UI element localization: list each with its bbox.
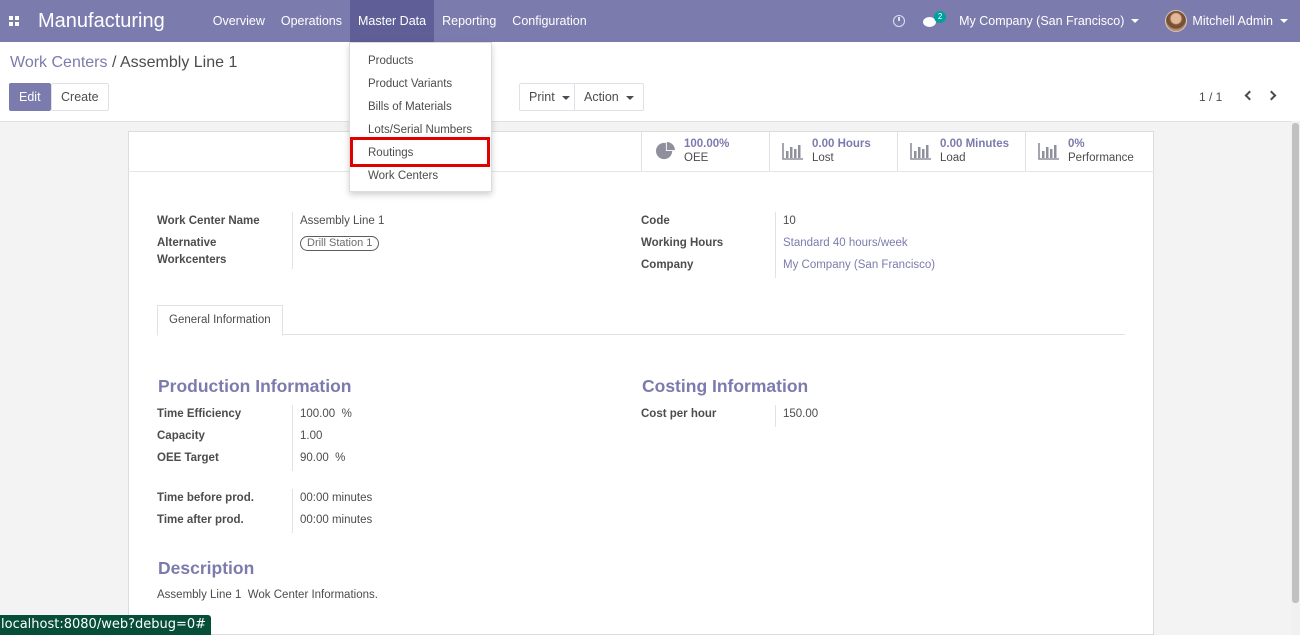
bar-chart-icon xyxy=(782,143,803,160)
caret-down-icon xyxy=(625,95,634,100)
performance-label: Performance xyxy=(1068,152,1134,164)
dropdown-item-products[interactable]: Products xyxy=(368,55,413,67)
bar-chart-icon xyxy=(1038,143,1059,160)
breadcrumb-work-centers[interactable]: Work Centers xyxy=(10,54,108,71)
company-switcher[interactable]: My Company (San Francisco) xyxy=(959,14,1140,28)
action-label: Action xyxy=(584,90,619,104)
oee-value: 100.00% xyxy=(684,138,730,150)
dropdown-item-product-variants[interactable]: Product Variants xyxy=(368,78,452,90)
oee-target-value: 90.00 % xyxy=(300,452,346,464)
chat-icon[interactable]: 2 xyxy=(923,11,947,27)
print-dropdown[interactable]: Print xyxy=(519,83,579,111)
work-center-name-value: Assembly Line 1 xyxy=(300,215,385,227)
top-navbar: Manufacturing Overview Operations Master… xyxy=(0,0,1300,42)
alternative-workcenter-tag[interactable]: Drill Station 1 xyxy=(300,236,380,251)
menu-overview[interactable]: Overview xyxy=(205,0,273,42)
print-label: Print xyxy=(529,90,555,104)
create-button[interactable]: Create xyxy=(51,83,109,111)
time-before-prod-value: 00:00 minutes xyxy=(300,492,373,504)
stat-button-box: 100.00% OEE 0.00 Hours Lost 0.00 Minutes… xyxy=(641,131,1153,171)
status-url-bar: localhost:8080/web?debug=0# xyxy=(0,615,212,635)
caret-down-icon xyxy=(1280,19,1288,23)
button-box-divider xyxy=(128,171,1154,172)
edit-button[interactable]: Edit xyxy=(9,83,51,111)
user-menu[interactable]: Mitchell Admin xyxy=(1165,10,1288,32)
costing-information-title: Costing Information xyxy=(642,376,809,396)
description-title: Description xyxy=(158,558,255,578)
tab-general-information[interactable]: General Information xyxy=(157,305,283,336)
work-center-name-label: Work Center Name xyxy=(157,215,260,227)
working-hours-link[interactable]: Standard 40 hours/week xyxy=(783,237,908,249)
performance-stat-button[interactable]: 0% Performance xyxy=(1025,131,1153,171)
oee-target-label: OEE Target xyxy=(157,452,219,464)
time-efficiency-value: 100.00 % xyxy=(300,408,352,420)
pie-chart-icon xyxy=(656,142,675,160)
app-name[interactable]: Manufacturing xyxy=(38,10,165,33)
company-name: My Company (San Francisco) xyxy=(959,14,1125,28)
menu-configuration[interactable]: Configuration xyxy=(504,0,594,42)
dropdown-item-lots-serial-numbers[interactable]: Lots/Serial Numbers xyxy=(368,124,472,136)
time-after-prod-value: 00:00 minutes xyxy=(300,514,373,526)
load-value: 0.00 Minutes xyxy=(940,138,1010,150)
menu-operations[interactable]: Operations xyxy=(273,0,350,42)
avatar xyxy=(1165,10,1188,32)
caret-down-icon xyxy=(1131,19,1140,23)
master-data-dropdown: Products Product Variants Bills of Mater… xyxy=(349,42,492,192)
time-efficiency-label: Time Efficiency xyxy=(157,408,242,420)
cost-per-hour-value: 150.00 xyxy=(783,408,819,420)
alternative-workcenters-label: Alternative xyxy=(157,237,217,249)
main-menu: Overview Operations Master Data Reportin… xyxy=(205,0,595,42)
code-label: Code xyxy=(641,215,670,227)
company-link[interactable]: My Company (San Francisco) xyxy=(783,259,935,271)
field-divider xyxy=(292,489,293,533)
caret-down-icon xyxy=(561,95,570,100)
field-divider xyxy=(775,405,776,427)
user-name: Mitchell Admin xyxy=(1192,14,1273,28)
capacity-value: 1.00 xyxy=(300,430,323,442)
navbar-systray: 2 My Company (San Francisco) Mitchell Ad… xyxy=(893,0,1300,42)
time-before-prod-label: Time before prod. xyxy=(157,492,254,504)
lost-stat-button[interactable]: 0.00 Hours Lost xyxy=(769,131,897,171)
cost-per-hour-label: Cost per hour xyxy=(641,408,717,420)
code-value: 10 xyxy=(783,215,796,227)
breadcrumb-current: Assembly Line 1 xyxy=(119,54,238,71)
alternative-workcenters-label-2: Workcenters xyxy=(157,254,227,266)
notebook-tabs: General Information xyxy=(157,305,1125,336)
lost-value: 0.00 Hours xyxy=(812,138,871,150)
lost-label: Lost xyxy=(812,152,834,164)
production-information-title: Production Information xyxy=(158,376,352,396)
oee-label: OEE xyxy=(684,152,709,164)
activity-clock-icon[interactable] xyxy=(893,15,906,27)
pager-value[interactable]: 1 / 1 xyxy=(1199,90,1222,104)
performance-value: 0% xyxy=(1068,138,1085,150)
field-divider xyxy=(775,212,776,278)
scrollbar[interactable] xyxy=(1291,121,1300,635)
load-stat-button[interactable]: 0.00 Minutes Load xyxy=(897,131,1025,171)
routings-highlight-box xyxy=(350,137,490,167)
field-divider xyxy=(292,405,293,471)
chat-badge: 2 xyxy=(934,11,947,23)
description-text: Assembly Line 1 Wok Center Informations. xyxy=(157,589,378,601)
menu-master-data[interactable]: Master Data xyxy=(350,0,435,42)
field-divider xyxy=(292,212,293,269)
breadcrumb: Work Centers / Assembly Line 1 xyxy=(10,54,237,72)
dropdown-item-work-centers[interactable]: Work Centers xyxy=(368,170,438,182)
bar-chart-icon xyxy=(910,143,931,160)
apps-menu-icon[interactable] xyxy=(0,0,22,42)
chevron-left-icon[interactable] xyxy=(1244,90,1255,101)
company-label: Company xyxy=(641,259,694,271)
capacity-label: Capacity xyxy=(157,430,205,442)
oee-stat-button[interactable]: 100.00% OEE xyxy=(641,131,769,171)
load-label: Load xyxy=(940,152,966,164)
menu-reporting[interactable]: Reporting xyxy=(434,0,504,42)
time-after-prod-label: Time after prod. xyxy=(157,514,244,526)
working-hours-label: Working Hours xyxy=(641,237,724,249)
breadcrumb-separator: / xyxy=(111,54,117,71)
dropdown-item-bills-of-materials[interactable]: Bills of Materials xyxy=(368,101,452,113)
action-dropdown[interactable]: Action xyxy=(574,83,644,111)
chevron-right-icon[interactable] xyxy=(1266,90,1277,101)
